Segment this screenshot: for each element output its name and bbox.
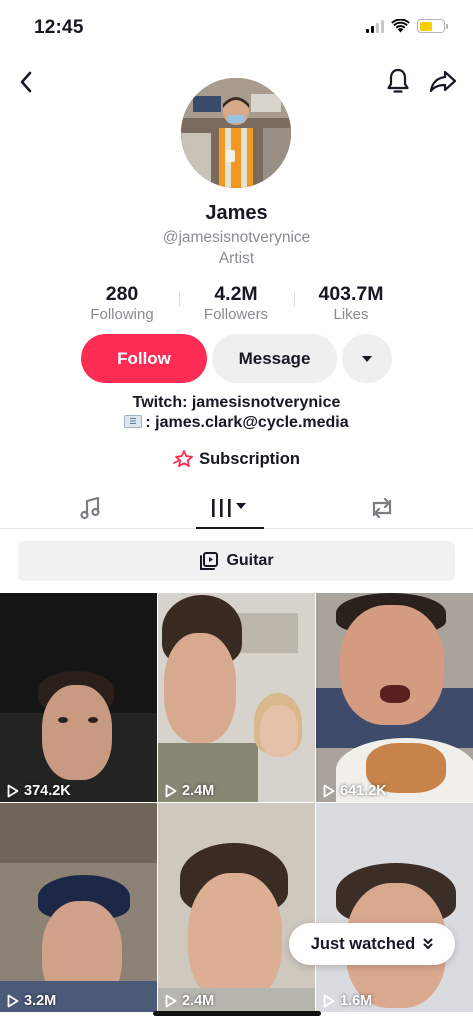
stat-divider xyxy=(294,292,295,307)
stat-followers[interactable]: 4.2M Followers xyxy=(181,283,291,323)
bio-email[interactable]: : james.clark@cycle.media xyxy=(145,414,348,431)
profile-photo xyxy=(181,78,291,188)
status-bar: 12:45 xyxy=(0,0,473,56)
play-icon xyxy=(323,784,335,798)
bio-line: Twitch: jamesisnotverynice xyxy=(132,394,341,411)
chevron-left-icon xyxy=(20,71,32,93)
play-icon xyxy=(323,994,335,1008)
video-thumbnail[interactable]: 374.2K xyxy=(0,593,157,802)
bio-email-line: : james.clark@cycle.media xyxy=(0,414,473,432)
play-icon xyxy=(7,994,19,1008)
notification-bell-button[interactable] xyxy=(383,65,413,97)
view-count-value: 2.4M xyxy=(182,783,215,799)
stat-label: Followers xyxy=(203,306,269,323)
profile-stats: 280 Following 4.2M Followers 403.7M Like… xyxy=(0,283,473,325)
view-count: 641.2K xyxy=(323,783,387,799)
play-icon xyxy=(165,784,177,798)
view-count-value: 3.2M xyxy=(24,993,57,1009)
stat-following[interactable]: 280 Following xyxy=(67,283,177,323)
content-tabs xyxy=(0,487,473,529)
back-button[interactable] xyxy=(12,66,40,98)
stat-likes[interactable]: 403.7M Likes xyxy=(296,283,406,323)
repost-icon xyxy=(372,497,392,518)
bell-icon xyxy=(387,68,409,93)
status-icons xyxy=(366,19,448,33)
view-count-value: 641.2K xyxy=(340,783,387,799)
view-count: 3.2M xyxy=(7,993,56,1009)
stat-divider xyxy=(179,292,180,307)
tab-reposts[interactable] xyxy=(352,487,412,528)
star-badge-icon xyxy=(173,450,193,468)
video-thumbnail[interactable]: 1.6M xyxy=(316,803,473,1012)
view-count-value: 1.6M xyxy=(340,993,373,1009)
view-count: 2.4M xyxy=(165,993,214,1009)
stat-value: 4.2M xyxy=(214,283,258,305)
subscription-label: Subscription xyxy=(199,449,300,468)
video-thumbnail[interactable]: 2.4M xyxy=(158,593,315,802)
playlist-icon xyxy=(200,552,219,570)
share-arrow-icon xyxy=(429,70,457,93)
signal-icon xyxy=(366,19,384,33)
profile-handle: @jamesisnotverynice xyxy=(162,229,311,246)
playlist-button[interactable]: Guitar xyxy=(18,541,455,581)
home-indicator[interactable] xyxy=(153,1011,321,1016)
double-chevron-down-icon xyxy=(423,938,433,949)
video-thumbnail[interactable]: 641.2K xyxy=(316,593,473,802)
view-count-value: 374.2K xyxy=(24,783,71,799)
status-time: 12:45 xyxy=(34,17,84,38)
avatar[interactable] xyxy=(181,78,291,188)
subscription-button[interactable]: Subscription xyxy=(0,449,473,469)
follow-button[interactable]: Follow xyxy=(81,334,207,383)
grid-videos-icon xyxy=(212,498,246,517)
profile-name: James xyxy=(205,202,268,224)
share-button[interactable] xyxy=(427,65,459,97)
stat-value: 280 xyxy=(105,283,139,305)
stat-value: 403.7M xyxy=(318,283,384,305)
stat-label: Likes xyxy=(333,306,369,323)
wifi-icon xyxy=(391,19,410,33)
profile-category: Artist xyxy=(218,250,255,267)
play-icon xyxy=(165,994,177,1008)
view-count: 1.6M xyxy=(323,993,372,1009)
tab-music[interactable] xyxy=(60,487,120,528)
envelope-icon xyxy=(124,415,143,428)
just-watched-button[interactable]: Just watched xyxy=(289,923,455,965)
view-count: 2.4M xyxy=(165,783,214,799)
video-thumbnail[interactable]: 3.2M xyxy=(0,803,157,1012)
suggested-accounts-button[interactable] xyxy=(342,334,392,383)
message-button[interactable]: Message xyxy=(212,334,337,383)
video-thumbnail[interactable]: 2.4M xyxy=(158,803,315,1012)
stat-label: Following xyxy=(90,306,154,323)
music-note-icon xyxy=(80,496,100,519)
view-count-value: 2.4M xyxy=(182,993,215,1009)
just-watched-label: Just watched xyxy=(310,934,416,953)
battery-icon xyxy=(417,19,448,33)
view-count: 374.2K xyxy=(7,783,71,799)
play-icon xyxy=(7,784,19,798)
caret-down-icon xyxy=(362,355,372,362)
playlist-label: Guitar xyxy=(226,552,274,569)
tab-videos[interactable] xyxy=(196,487,264,529)
